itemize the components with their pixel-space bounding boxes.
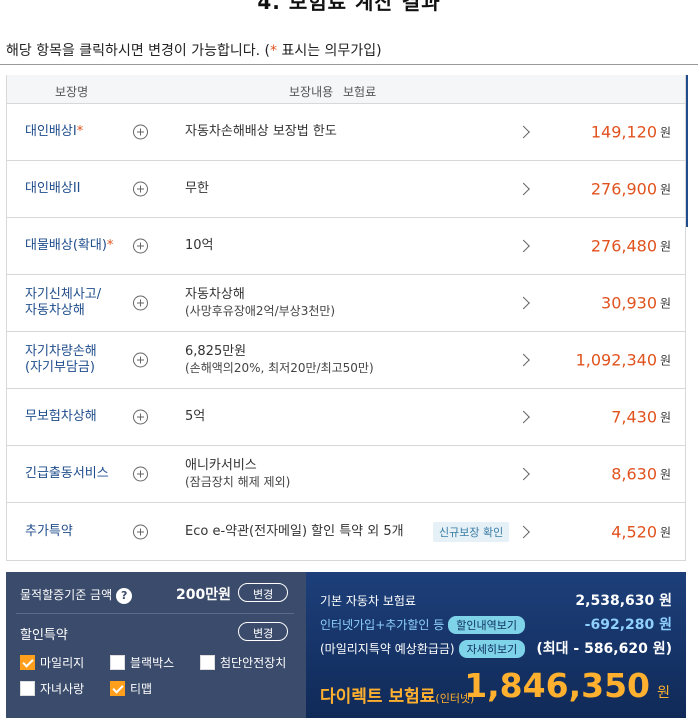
coverage-name: 대물배상(확대)* [25, 238, 114, 253]
expand-plus-icon[interactable] [133, 181, 148, 197]
coverage-content: 6,825만원 (손해액의20%, 최저20만/최고50만) [185, 344, 374, 375]
mileage-refund-amount: (최대 - 586,620 원) [536, 641, 672, 657]
coverage-name: 추가특약 [25, 523, 73, 539]
property-damage-threshold: 물적할증기준 금액? [20, 586, 133, 604]
table-row[interactable]: 자기신체사고/ 자동차상해 자동차상해 (사망후유장애2억/부상3천만) 30,930… [7, 275, 685, 332]
checkbox-icon[interactable] [110, 655, 125, 670]
checkbox-icon[interactable] [200, 655, 215, 670]
options-panel: 물적할증기준 금액? 200만원 변경 할인특약 변경 마일리지 블랙박스 첨단안전… [6, 572, 306, 718]
currency-unit: 원 [659, 525, 671, 539]
discount-checkbox[interactable]: 첨단안전장치 [200, 654, 286, 671]
expand-plus-icon[interactable] [133, 238, 148, 254]
coverage-name: 무보험차상해 [25, 409, 97, 424]
help-icon[interactable]: ? [116, 588, 133, 604]
discount-label: 인터넷가입+추가할인 등 할인내역보기 [320, 616, 526, 634]
coverage-name: 자기차량손해 (자기부담금) [25, 344, 97, 375]
premium-amount: 1,092,340 [575, 350, 657, 370]
new-coverage-badge[interactable]: 신규보장 확인 [433, 521, 510, 542]
checkbox-icon[interactable] [20, 655, 35, 670]
premium-amount: 7,430 [611, 407, 657, 427]
premium-amount: 4,520 [611, 522, 657, 541]
expand-plus-icon[interactable] [133, 524, 148, 539]
scroll-indicator [686, 75, 688, 227]
table-row[interactable]: 대인배상II 무한 276,900 원 [7, 161, 685, 218]
expand-plus-icon[interactable] [133, 409, 148, 425]
coverage-name: 긴급출동서비스 [25, 466, 109, 481]
expand-plus-icon[interactable] [133, 124, 148, 140]
table-header: 보장명 보장내용 보험료 [7, 75, 685, 104]
discount-details-button[interactable]: 할인내역보기 [448, 616, 526, 634]
premium-amount: 8,630 [611, 464, 657, 484]
divider [0, 64, 698, 65]
currency-unit: 원 [659, 239, 671, 254]
coverage-content: 자동차손해배상 보장법 한도 [185, 124, 337, 139]
coverage-table: 보장명 보장내용 보험료 대인배상I* 자동차손해배상 보장법 한도 149,120… [6, 75, 686, 561]
table-row[interactable]: 대물배상(확대)* 10억 276,480 원 [7, 218, 685, 275]
chevron-right-icon[interactable] [517, 467, 530, 481]
coverage-content: 5억 [185, 409, 206, 424]
coverage-content: 자동차상해 (사망후유장애2억/부상3천만) [185, 287, 336, 318]
divider [16, 613, 294, 614]
section-title: 4. 보험료 계산 결과 [257, 0, 441, 14]
instruction-text: 해당 항목을 클릭하시면 변경이 가능합니다. (* 표시는 의무가입) [6, 43, 382, 59]
table-row[interactable]: 대인배상I* 자동차손해배상 보장법 한도 149,120 원 [7, 104, 685, 161]
direct-premium-label: 다이렉트 보험료(인터넷) [320, 687, 475, 707]
expand-plus-icon[interactable] [133, 352, 148, 368]
base-premium-amount: 2,538,630 원 [575, 593, 672, 609]
direct-premium-amount: 1,846,350 [464, 666, 650, 705]
coverage-name: 대인배상I* [25, 124, 84, 139]
table-row[interactable]: 긴급출동서비스 애니카서비스 (잠금장치 해제 제외) 8,630 원 [7, 446, 685, 503]
coverage-content: Eco e-약관(전자메일) 할인 특약 외 5개 [185, 523, 404, 539]
coverage-name: 자기신체사고/ 자동차상해 [25, 287, 102, 318]
currency-unit: 원 [657, 685, 670, 701]
table-row[interactable]: 추가특약 Eco e-약관(전자메일) 할인 특약 외 5개 신규보장 확인 4,52… [7, 503, 685, 560]
expand-plus-icon[interactable] [133, 295, 148, 311]
premium-amount: 276,900 [590, 179, 657, 199]
property-value: 200만원 [176, 587, 231, 603]
header-premium: 보험료 [343, 85, 377, 99]
chevron-right-icon[interactable] [517, 182, 530, 196]
header-name: 보장명 [55, 85, 89, 99]
coverage-name: 대인배상II [25, 181, 81, 196]
header-content: 보장내용 [289, 85, 334, 99]
mileage-details-button[interactable]: 자세히보기 [458, 640, 526, 658]
chevron-right-icon[interactable] [517, 353, 530, 367]
chevron-right-icon[interactable] [517, 125, 530, 139]
discount-checkbox[interactable]: 블랙박스 [110, 654, 174, 671]
expand-plus-icon[interactable] [133, 466, 148, 482]
change-property-button[interactable]: 변경 [238, 583, 289, 602]
coverage-content: 10억 [185, 238, 214, 253]
checkbox-icon[interactable] [20, 681, 35, 696]
premium-amount: 276,480 [590, 236, 657, 256]
discount-checkbox[interactable]: 마일리지 [20, 654, 84, 671]
discount-amount: -692,280 원 [584, 617, 672, 633]
checkbox-icon[interactable] [110, 681, 125, 696]
premium-amount: 149,120 [590, 122, 657, 142]
chevron-right-icon[interactable] [517, 296, 530, 310]
chevron-right-icon[interactable] [517, 525, 530, 538]
currency-unit: 원 [659, 125, 671, 140]
base-premium-label: 기본 자동차 보험료 [320, 594, 416, 608]
table-row[interactable]: 무보험차상해 5억 7,430 원 [7, 389, 685, 446]
coverage-content: 무한 [185, 181, 209, 196]
premium-summary-panel: 기본 자동차 보험료 2,538,630 원 인터넷가입+추가할인 등 할인내역보… [306, 572, 686, 718]
change-discount-button[interactable]: 변경 [238, 622, 289, 641]
chevron-right-icon[interactable] [517, 410, 530, 424]
table-row[interactable]: 자기차량손해 (자기부담금) 6,825만원 (손해액의20%, 최저20만/최고5… [7, 332, 685, 389]
discount-checkbox[interactable]: 자녀사랑 [20, 680, 84, 697]
currency-unit: 원 [659, 296, 671, 311]
currency-unit: 원 [659, 353, 671, 368]
coverage-content: 애니카서비스 (잠금장치 해제 제외) [185, 458, 291, 489]
currency-unit: 원 [659, 410, 671, 425]
chevron-right-icon[interactable] [517, 239, 530, 253]
mileage-refund-label: (마일리지특약 예상환급금) 자세히보기 [320, 640, 526, 658]
currency-unit: 원 [659, 182, 671, 197]
discount-checkbox[interactable]: 티맵 [110, 680, 152, 697]
premium-amount: 30,930 [601, 293, 657, 313]
discount-options-label: 할인특약 [20, 628, 68, 643]
currency-unit: 원 [659, 467, 671, 482]
